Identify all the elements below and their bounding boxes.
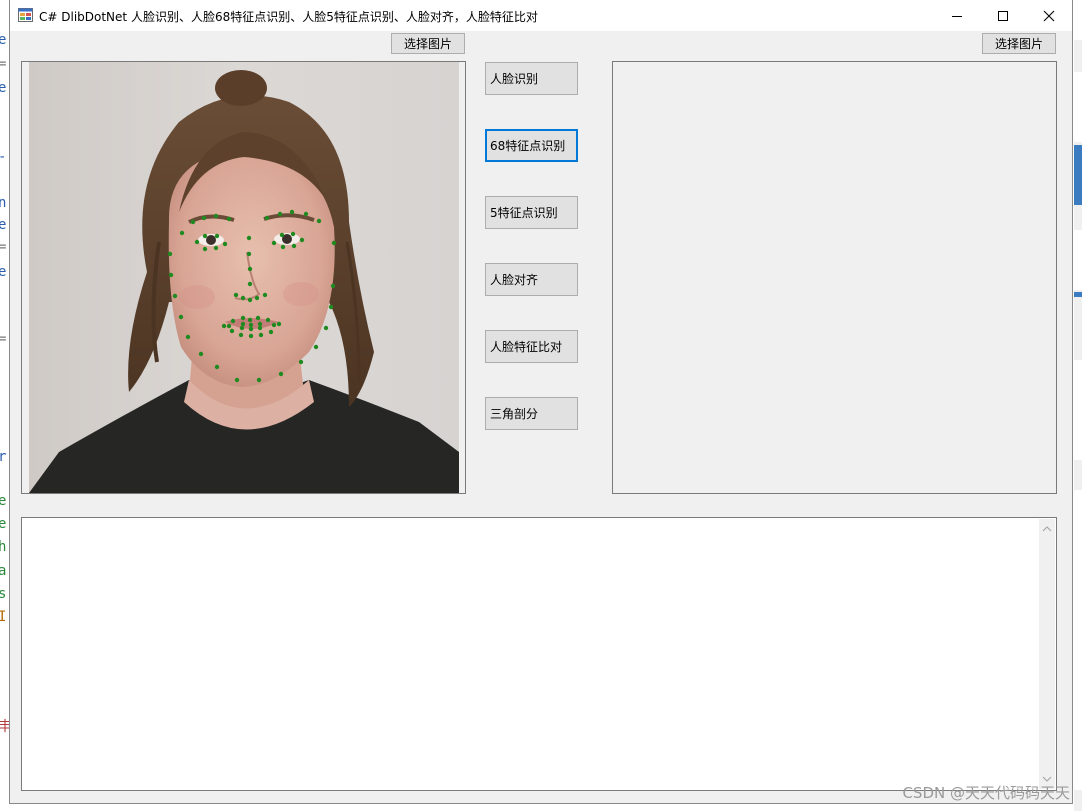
watermark: CSDN @天天代码码天天 — [902, 784, 1070, 802]
maximize-icon — [998, 10, 1008, 21]
window-title: C# DlibDotNet 人脸识别、人脸68特征点识别、人脸5特征点识别、人脸… — [39, 10, 538, 24]
app-window: C# DlibDotNet 人脸识别、人脸68特征点识别、人脸5特征点识别、人脸… — [9, 0, 1073, 804]
feature-compare-button[interactable]: 人脸特征比对 — [485, 330, 578, 363]
landmark68-button[interactable]: 68特征点识别 — [485, 129, 578, 162]
select-image-right-button[interactable]: 选择图片 — [982, 33, 1056, 54]
scroll-up-icon[interactable] — [1039, 521, 1055, 537]
triangulation-button[interactable]: 三角剖分 — [485, 397, 578, 430]
output-textbox[interactable] — [21, 517, 1057, 791]
close-icon — [1043, 10, 1055, 21]
background-editor-left: e = e - n e = e = r e e h a s I 丰 — [0, 0, 9, 811]
select-image-left-button[interactable]: 选择图片 — [391, 33, 465, 54]
screen: e = e - n e = e = r e e h a s I 丰 — [0, 0, 1082, 811]
background-editor-right — [1074, 0, 1082, 811]
minimize-button[interactable] — [934, 0, 980, 31]
face-detect-button[interactable]: 人脸识别 — [485, 62, 578, 95]
landmark5-button[interactable]: 5特征点识别 — [485, 196, 578, 229]
app-icon — [18, 8, 33, 22]
close-button[interactable] — [1026, 0, 1072, 31]
face-align-button[interactable]: 人脸对齐 — [485, 263, 578, 296]
title-bar[interactable]: C# DlibDotNet 人脸识别、人脸68特征点识别、人脸5特征点识别、人脸… — [10, 0, 1072, 31]
right-picture-box — [612, 61, 1057, 494]
left-picture-box — [21, 61, 466, 494]
output-scrollbar[interactable] — [1039, 519, 1055, 789]
maximize-button[interactable] — [980, 0, 1026, 31]
face-photo — [29, 62, 459, 493]
minimize-icon — [952, 15, 962, 17]
